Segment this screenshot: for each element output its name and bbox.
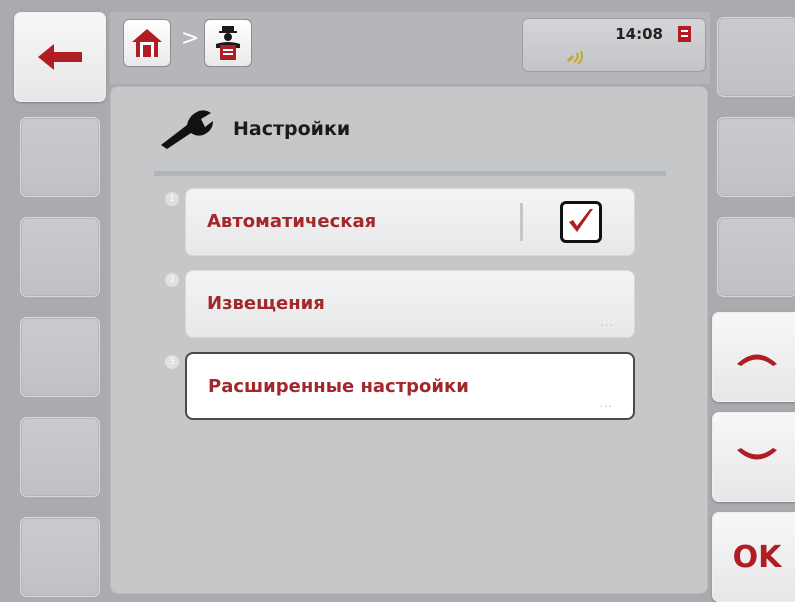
item-number: 3 bbox=[165, 355, 179, 369]
ok-button[interactable]: OK bbox=[712, 512, 795, 602]
chevron-down-icon bbox=[737, 448, 777, 460]
divider bbox=[520, 203, 523, 241]
divider bbox=[154, 171, 666, 176]
chevron-up-icon bbox=[737, 354, 777, 366]
softkey-right-2[interactable] bbox=[717, 117, 795, 197]
softkey-right-1[interactable] bbox=[717, 17, 795, 97]
status-panel: 14:08 bbox=[522, 18, 706, 72]
list-item-label: Расширенные настройки bbox=[208, 376, 469, 397]
document-icon bbox=[678, 26, 691, 42]
main-panel: Настройки 1 Автоматическая 2 Извещения .… bbox=[110, 86, 708, 594]
scroll-down-button[interactable] bbox=[712, 412, 795, 502]
softkey-left-5[interactable] bbox=[20, 417, 100, 497]
breadcrumb-operator[interactable] bbox=[204, 19, 252, 67]
scroll-up-button[interactable] bbox=[712, 312, 795, 402]
page-title: Настройки bbox=[233, 118, 351, 140]
list-item-automatic[interactable]: Автоматическая bbox=[185, 188, 635, 256]
back-button[interactable] bbox=[14, 12, 106, 102]
checkmark-icon bbox=[569, 209, 593, 232]
breadcrumb-separator-icon: > bbox=[181, 26, 200, 51]
wrench-icon bbox=[161, 110, 213, 149]
more-icon: ... bbox=[600, 316, 614, 329]
item-number: 1 bbox=[165, 192, 179, 206]
operator-icon bbox=[216, 26, 240, 60]
arrow-left-icon bbox=[38, 44, 82, 70]
softkey-left-6[interactable] bbox=[20, 517, 100, 597]
item-number: 2 bbox=[165, 273, 179, 287]
breadcrumb-home[interactable] bbox=[123, 19, 171, 67]
list-item-notifications[interactable]: Извещения ... bbox=[185, 270, 635, 338]
list-item-label: Извещения bbox=[207, 293, 325, 314]
softkey-left-4[interactable] bbox=[20, 317, 100, 397]
home-icon bbox=[132, 29, 162, 57]
list-item-label: Автоматическая bbox=[207, 211, 377, 232]
softkey-right-3[interactable] bbox=[717, 217, 795, 297]
automatic-checkbox[interactable] bbox=[560, 201, 602, 243]
softkey-left-2[interactable] bbox=[20, 117, 100, 197]
more-icon: ... bbox=[599, 397, 613, 410]
softkey-left-3[interactable] bbox=[20, 217, 100, 297]
clock: 14:08 bbox=[615, 25, 663, 43]
signal-icon bbox=[566, 50, 583, 65]
list-item-advanced-settings[interactable]: Расширенные настройки ... bbox=[185, 352, 635, 420]
ok-label: OK bbox=[732, 539, 782, 575]
